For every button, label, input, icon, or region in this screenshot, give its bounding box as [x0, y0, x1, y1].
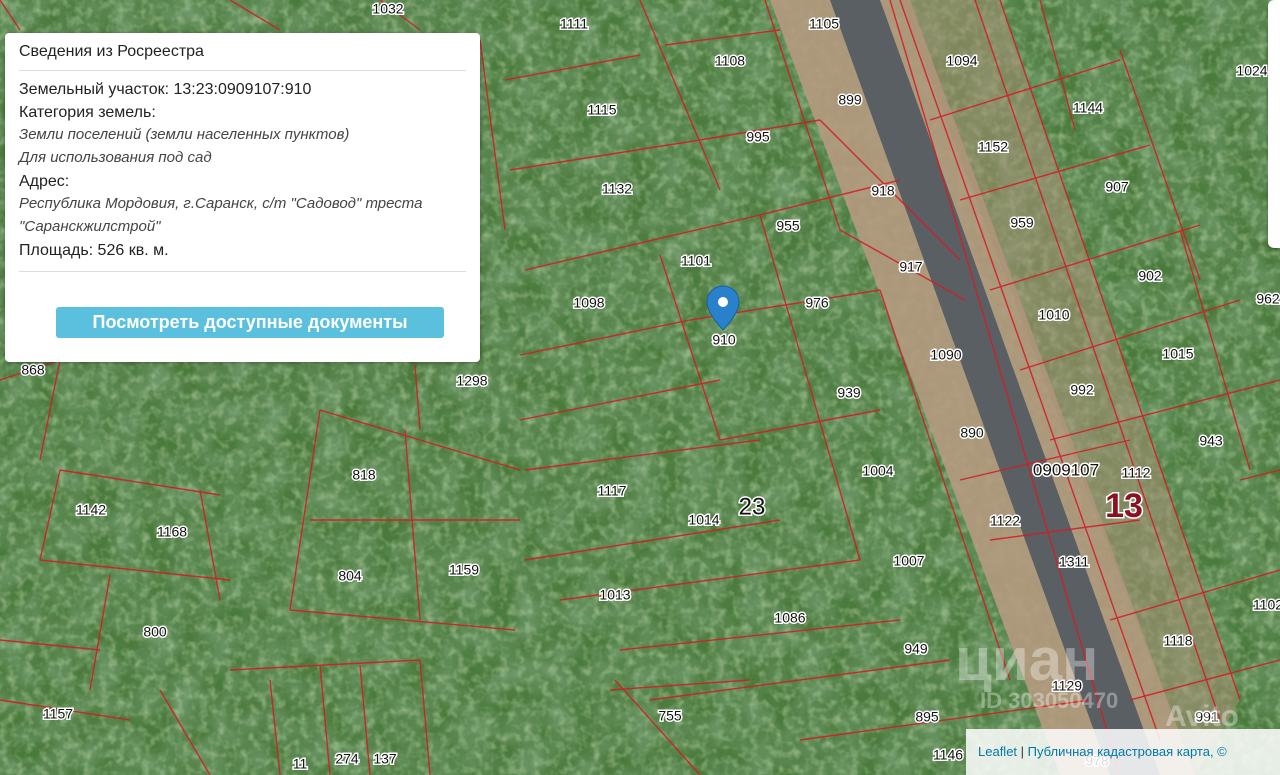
parcel-label[interactable]: 137 — [372, 749, 399, 768]
parcel-label[interactable]: 890 — [959, 423, 986, 442]
parcel-label[interactable]: 1115 — [586, 100, 618, 119]
usage-value: Для использования под сад — [19, 149, 212, 166]
parcel-label[interactable]: 1122 — [988, 511, 1021, 530]
parcel-label[interactable]: 755 — [657, 706, 684, 725]
category-value: Земли поселений (земли населенных пункто… — [19, 126, 350, 143]
parcel-label[interactable]: 1010 — [1037, 305, 1071, 324]
parcel-label[interactable]: 895 — [914, 707, 941, 726]
leaflet-link[interactable]: Leaflet — [978, 744, 1017, 759]
cadastral-map-link[interactable]: Публичная кадастровая карта, © — [1028, 744, 1227, 759]
parcel-label[interactable]: 1146 — [931, 745, 964, 764]
parcel-label[interactable]: 1007 — [892, 551, 926, 570]
parcel-label[interactable]: 992 — [1069, 380, 1096, 399]
area-value: 526 кв. м. — [97, 242, 169, 259]
category-label: Категория земель: — [19, 104, 156, 121]
parcel-label[interactable]: 1132 — [600, 179, 633, 198]
parcel-label[interactable]: 962 — [1255, 289, 1280, 308]
parcel-label[interactable]: 1142 — [74, 500, 107, 519]
address-line-1: Республика Мордовия, г.Саранск, с/т "Сад… — [19, 195, 423, 212]
parcel-label[interactable]: 1159 — [447, 560, 480, 579]
quarter-label: 0909107 — [1033, 460, 1099, 479]
parcel-label[interactable]: 1117 — [596, 481, 628, 500]
parcel-label[interactable]: 1094 — [945, 51, 979, 70]
parcel-label: Земельный участок: — [19, 81, 170, 98]
parcel-label[interactable]: 907 — [1104, 177, 1131, 196]
marker-parcel-label: 910 — [712, 332, 736, 348]
parcel-label[interactable]: 899 — [837, 90, 864, 109]
parcel-label[interactable]: 1004 — [861, 461, 895, 480]
parcel-label[interactable]: 1112 — [1120, 463, 1152, 482]
parcel-label[interactable]: 1298 — [455, 371, 489, 390]
parcel-label[interactable]: 902 — [1137, 266, 1164, 285]
area-row: Площадь: 526 кв. м. — [19, 240, 466, 261]
parcel-label[interactable]: 976 — [804, 293, 831, 312]
parcel-label[interactable]: 800 — [142, 622, 169, 641]
parcel-label[interactable]: 955 — [775, 216, 802, 235]
district-label: 23 — [739, 493, 766, 520]
parcel-label[interactable]: 959 — [1009, 213, 1036, 232]
parcel-label[interactable]: 1013 — [598, 585, 632, 604]
parcel-label[interactable]: 949 — [903, 639, 930, 658]
marker-dot — [718, 297, 728, 307]
parcel-number: 13:23:0909107:910 — [173, 81, 312, 98]
parcel-row: Земельный участок: 13:23:0909107:910 — [19, 79, 466, 100]
parcel-label[interactable]: 1118 — [1162, 631, 1194, 650]
parcel-label[interactable]: 274 — [334, 749, 361, 768]
parcel-label[interactable]: 1014 — [687, 510, 721, 529]
parcel-label[interactable]: 818 — [351, 465, 378, 484]
parcel-label[interactable]: 943 — [1198, 431, 1225, 450]
parcel-label[interactable]: 1108 — [713, 51, 746, 70]
parcel-label[interactable]: 1098 — [572, 293, 606, 312]
parcel-label[interactable]: 1152 — [976, 137, 1009, 156]
map-side-control[interactable] — [1268, 0, 1280, 248]
map-attribution: Leaflet | Публичная кадастровая карта, © — [966, 729, 1280, 775]
parcel-label[interactable]: 995 — [745, 127, 772, 146]
parcel-label[interactable]: 804 — [337, 566, 364, 585]
parcel-label[interactable]: 1024 — [1235, 61, 1269, 80]
region-label: 13 — [1105, 487, 1143, 525]
parcel-label[interactable]: 1015 — [1161, 344, 1195, 363]
parcel-label[interactable]: 917 — [898, 257, 925, 276]
address-line-2: "Саранскжилстрой" — [19, 218, 161, 235]
address-label: Адрес: — [19, 173, 70, 190]
parcel-label[interactable]: 991 — [1194, 707, 1221, 726]
parcel-label[interactable]: 1101 — [679, 251, 712, 270]
parcel-label[interactable]: 1144 — [1071, 98, 1104, 117]
attribution-separator: | — [1017, 744, 1028, 759]
parcel-label[interactable]: 939 — [836, 383, 863, 402]
parcel-label[interactable]: 1157 — [41, 704, 74, 723]
parcel-label[interactable]: 1129 — [1050, 676, 1083, 695]
parcel-label[interactable]: 1105 — [807, 14, 840, 33]
view-documents-button[interactable]: Посмотреть доступные документы — [56, 307, 444, 338]
parcel-label[interactable]: 1111 — [558, 14, 589, 33]
parcel-label[interactable]: 868 — [20, 360, 47, 379]
rosreestr-popup: Сведения из Росреестра Земельный участок… — [5, 33, 480, 362]
popup-divider — [19, 271, 466, 272]
parcel-label[interactable]: 1090 — [929, 345, 963, 364]
parcel-label[interactable]: 1032 — [371, 0, 405, 18]
popup-title: Сведения из Росреестра — [19, 43, 466, 71]
parcel-label[interactable]: 11 — [291, 754, 309, 773]
parcel-label[interactable]: 918 — [870, 181, 897, 200]
parcel-label[interactable]: 1102 — [1251, 595, 1280, 614]
parcel-label[interactable]: 1311 — [1057, 552, 1090, 571]
parcel-label[interactable]: 1168 — [155, 522, 188, 541]
area-label: Площадь: — [19, 242, 94, 259]
parcel-label[interactable]: 1086 — [773, 608, 807, 627]
